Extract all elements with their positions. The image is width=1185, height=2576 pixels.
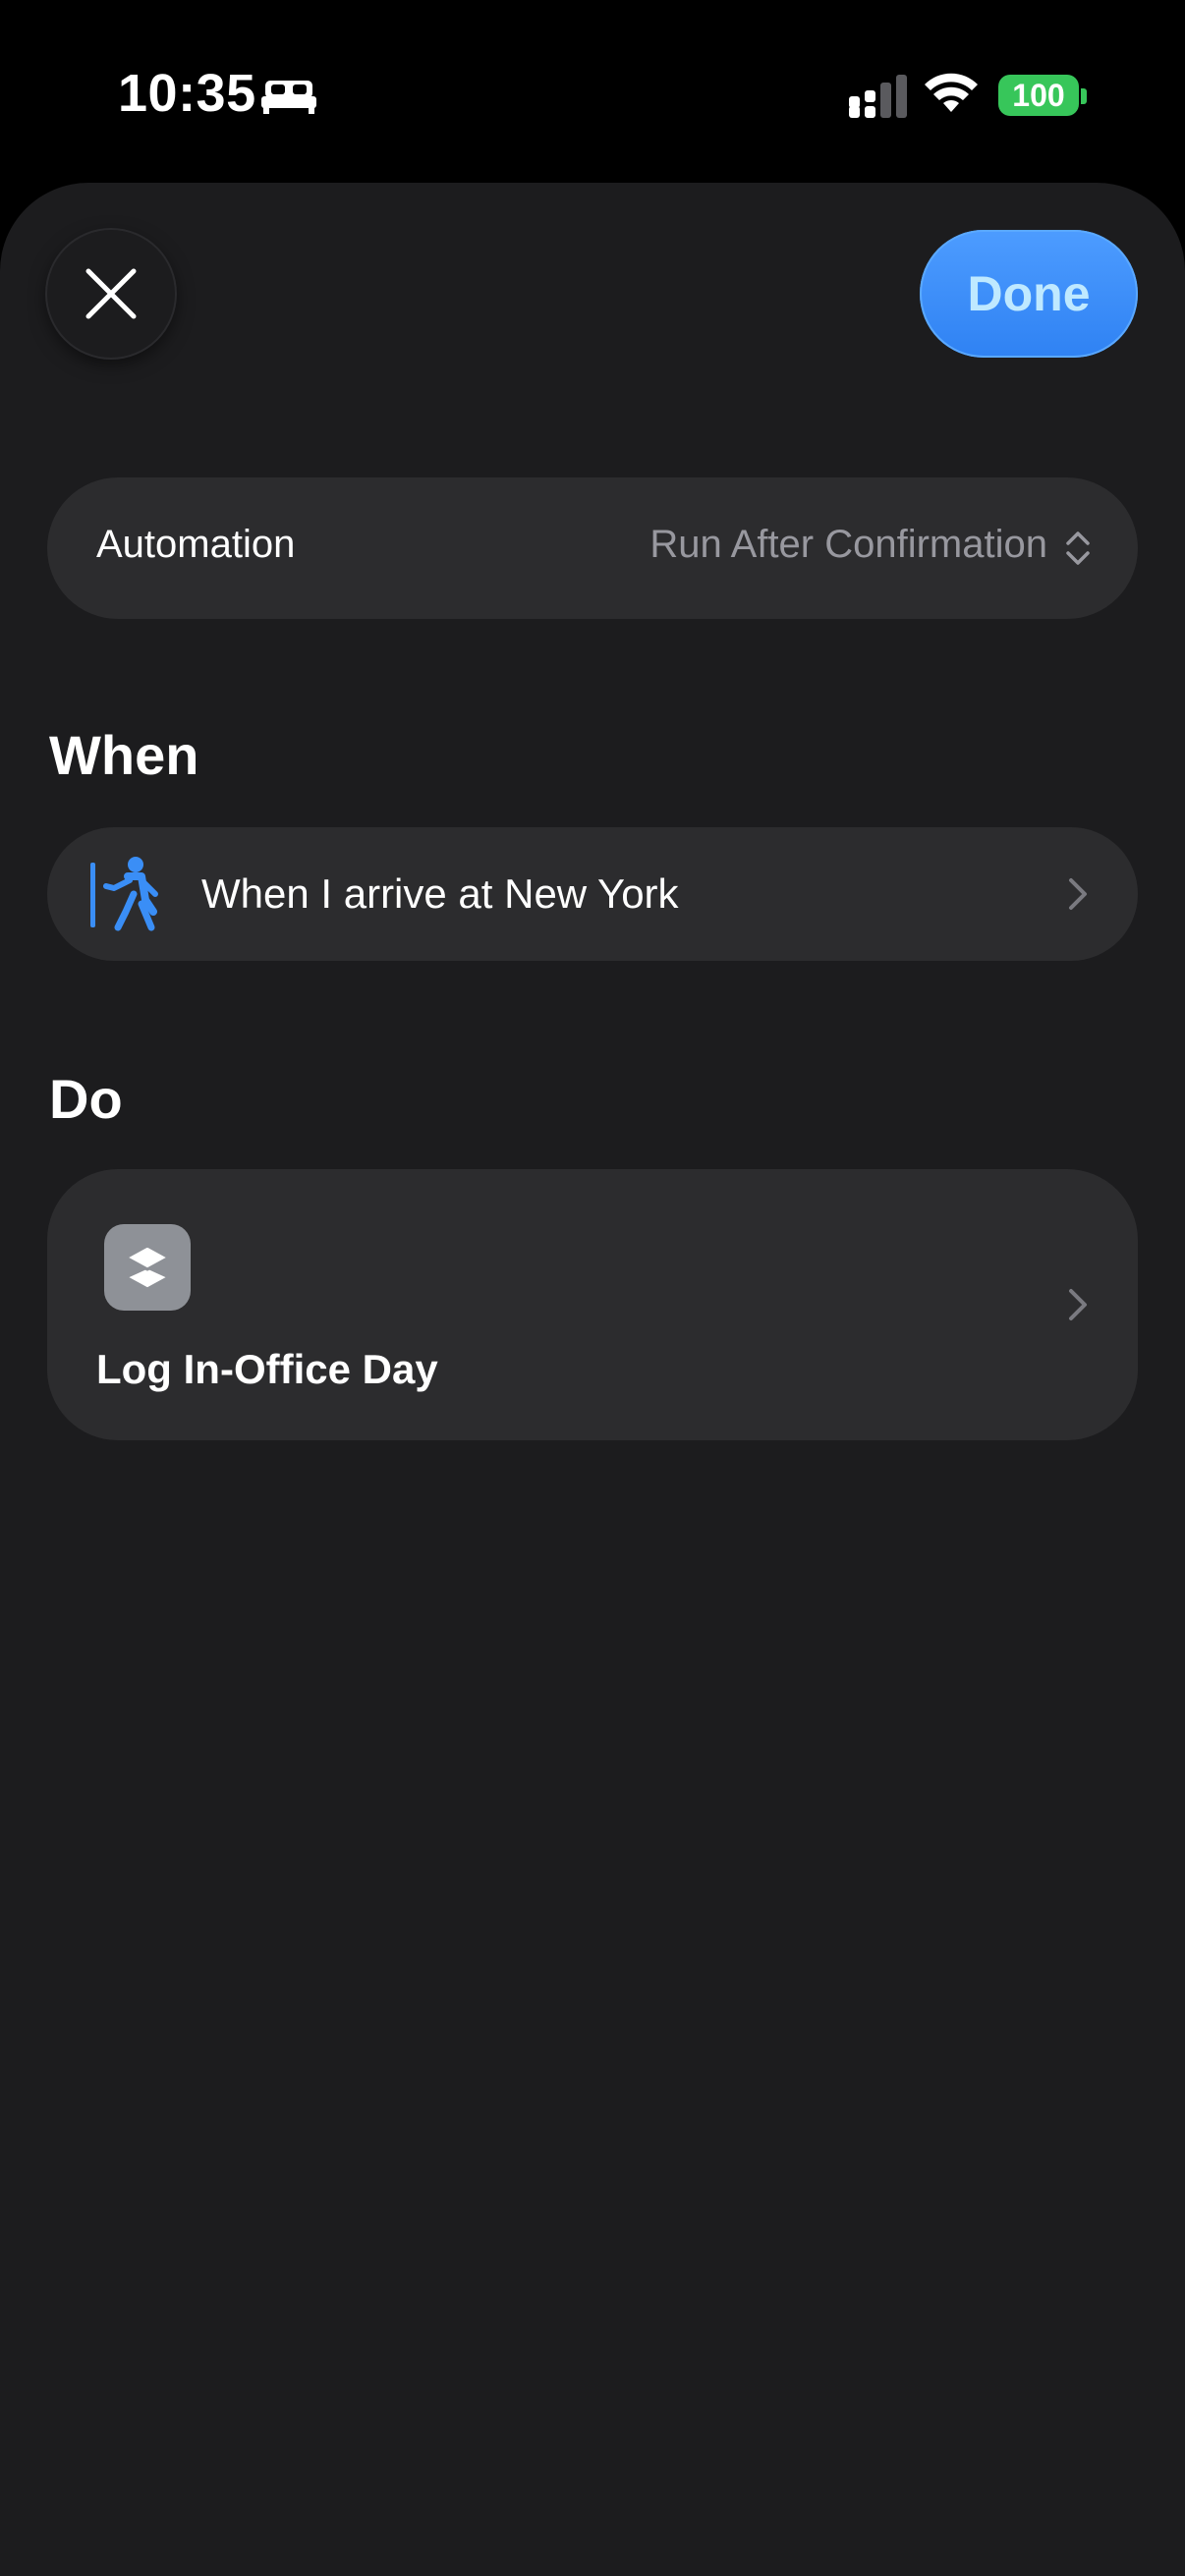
wifi-icon	[925, 73, 978, 112]
automation-label: Automation	[96, 523, 296, 566]
done-label: Done	[967, 266, 1091, 321]
action-card[interactable]: Log In-Office Day	[47, 1169, 1138, 1440]
status-time: 10:35	[118, 64, 256, 123]
automation-mode-value: Run After Confirmation	[649, 523, 1047, 566]
status-bar: 10:35 100	[0, 0, 1185, 183]
when-section-title: When	[49, 724, 199, 786]
bed-icon	[261, 81, 316, 114]
xmark-icon	[85, 268, 137, 319]
battery-cap	[1081, 88, 1087, 104]
do-section-title: Do	[49, 1068, 123, 1130]
chevron-up-down-icon	[1066, 532, 1090, 565]
trigger-text: When I arrive at New York	[201, 870, 679, 917]
shortcuts-layers-icon	[104, 1224, 191, 1311]
cellular-signal-icon	[849, 75, 907, 118]
layers-glyph-icon	[124, 1244, 171, 1291]
when-trigger-row[interactable]: When I arrive at New York	[47, 827, 1138, 961]
chevron-right-icon	[1069, 1289, 1087, 1320]
action-title: Log In-Office Day	[96, 1346, 438, 1392]
chevron-right-icon	[1069, 878, 1087, 910]
battery-level: 100	[1012, 77, 1065, 113]
done-button[interactable]: Done	[920, 230, 1138, 358]
automation-setting-row[interactable]: Automation Run After Confirmation	[47, 477, 1138, 619]
battery-icon: 100	[998, 75, 1079, 116]
close-button[interactable]	[47, 230, 175, 358]
walking-arrive-icon	[90, 857, 158, 931]
